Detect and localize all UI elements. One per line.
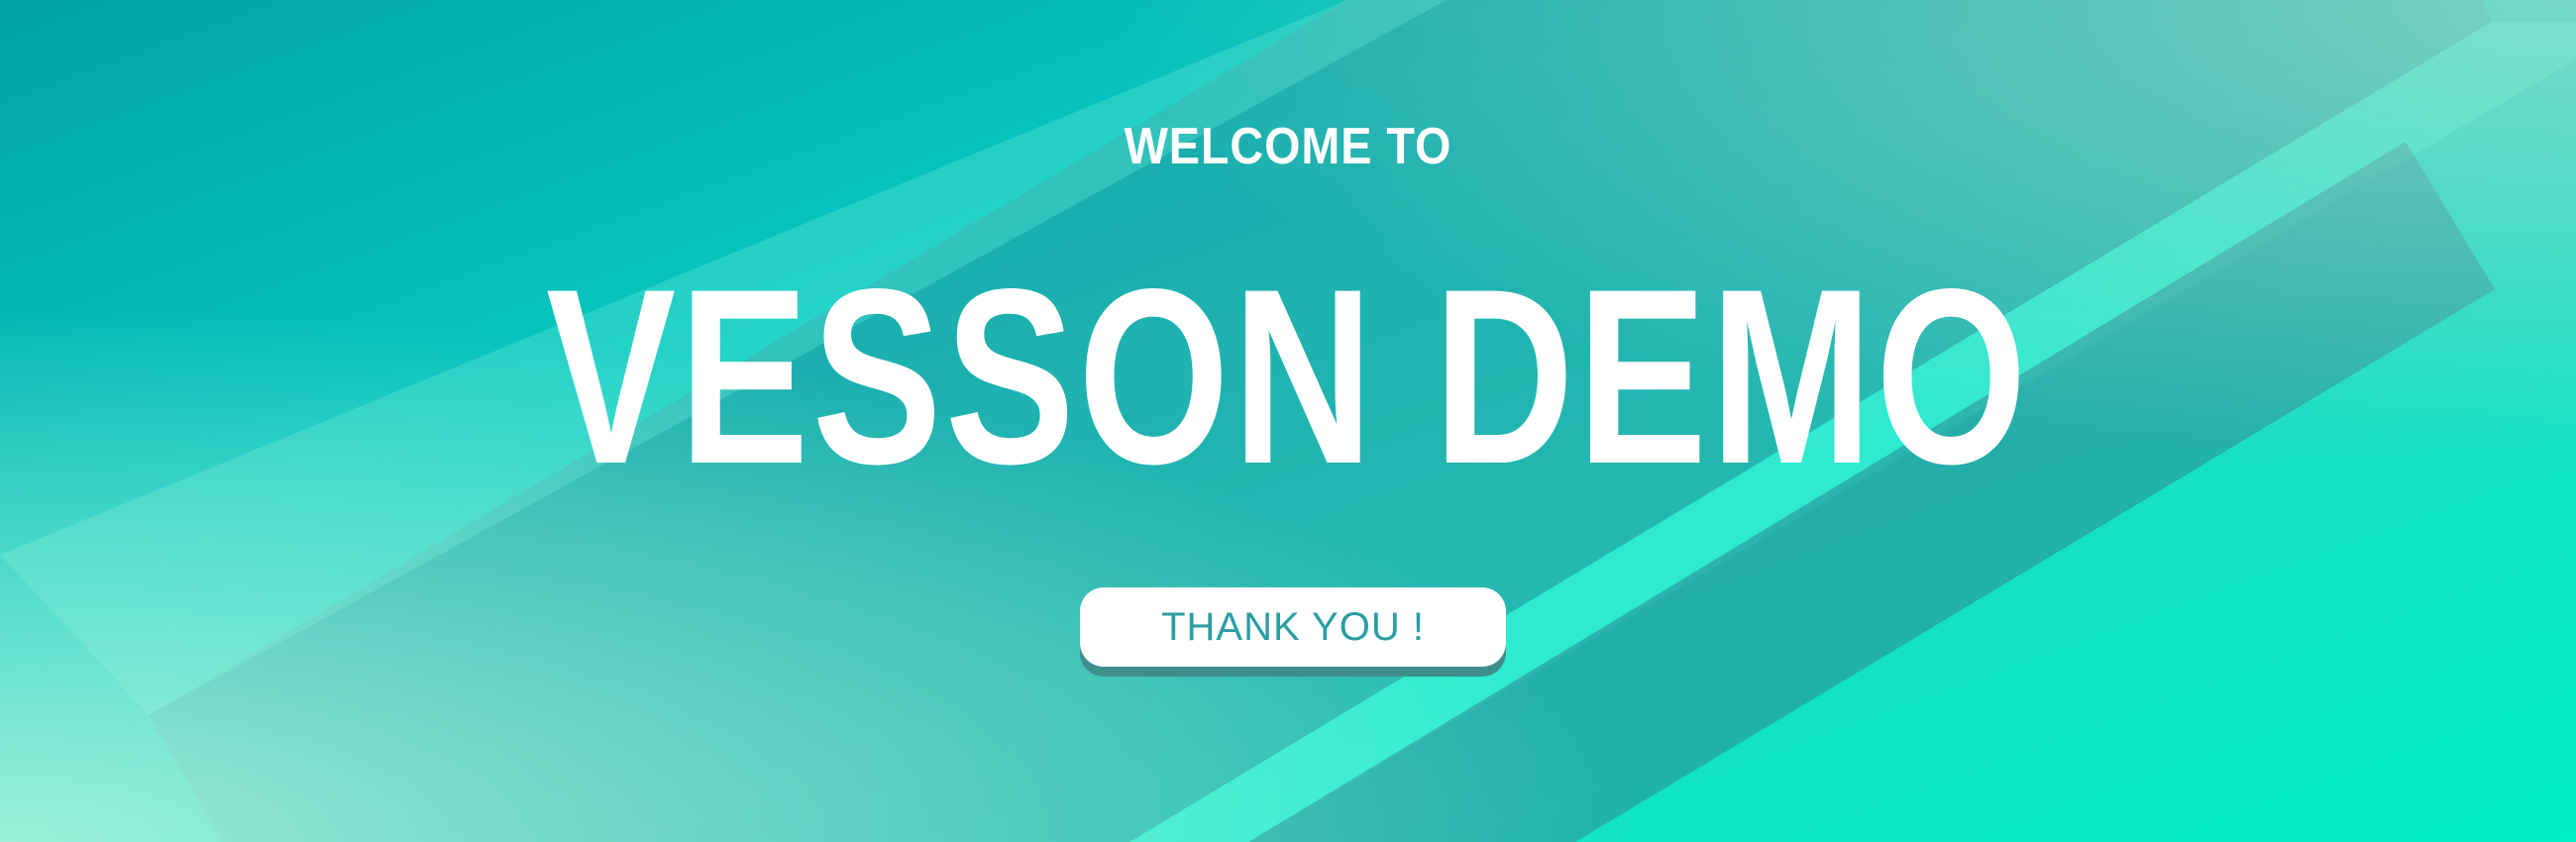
- thank-you-button[interactable]: THANK YOU !: [1080, 587, 1506, 667]
- page-title: VESSON DEMO: [546, 238, 2030, 516]
- thank-you-button-wrapper: THANK YOU !: [1080, 587, 1506, 677]
- hero-content: WELCOME TO VESSON DEMO THANK YOU !: [0, 0, 2576, 842]
- hero-banner: WELCOME TO VESSON DEMO THANK YOU !: [0, 0, 2576, 842]
- welcome-heading: WELCOME TO: [1124, 118, 1452, 175]
